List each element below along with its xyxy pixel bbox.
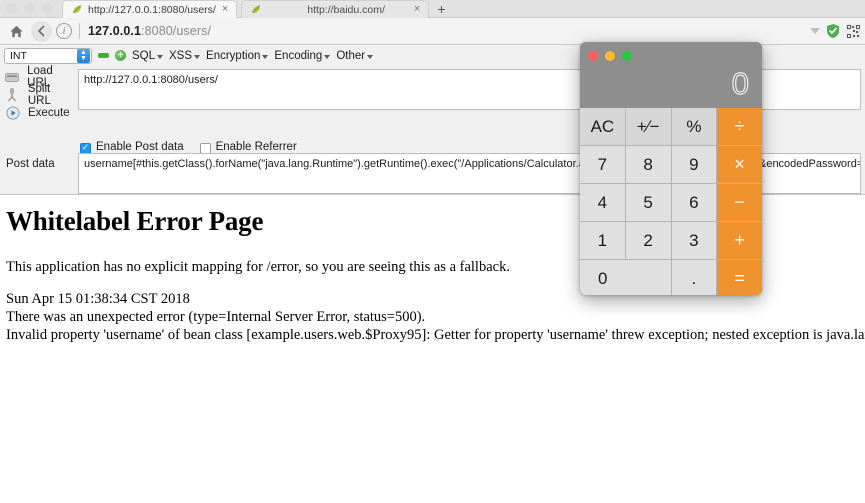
execute-label: Execute: [28, 107, 70, 119]
calc-key-plusminus[interactable]: +⁄−: [625, 108, 671, 145]
chevron-down-icon: [157, 54, 164, 59]
browser-tab-2[interactable]: http://baidu.com/ ×: [241, 0, 430, 18]
menu-encoding[interactable]: Encoding: [274, 49, 331, 62]
error-detail: Invalid property 'username' of bean clas…: [6, 327, 865, 343]
tab-strip: http://127.0.0.1:8080/users/ × http://ba…: [62, 0, 454, 18]
calculator-keypad: AC +⁄− % ÷ 7 8 9 × 4 5 6 − 1 2 3 + 0 . =: [580, 108, 762, 295]
stepper-updown-icon[interactable]: ▲ ▼: [77, 48, 90, 63]
menu-sql[interactable]: SQL: [132, 49, 164, 62]
split-url-button[interactable]: Split URL: [0, 83, 76, 107]
checkbox-unchecked-icon: [199, 142, 211, 154]
address-bar-text: 127.0.0.1:8080/users/: [88, 24, 211, 38]
home-icon[interactable]: [5, 20, 27, 42]
chevron-down-icon[interactable]: [810, 28, 820, 34]
qr-code-icon[interactable]: [846, 23, 861, 39]
address-path: :8080/users/: [141, 24, 212, 38]
maximize-window-button[interactable]: [42, 3, 53, 14]
menu-xss[interactable]: XSS: [169, 49, 201, 62]
minimize-window-button[interactable]: [24, 3, 35, 14]
tab-title: http://baidu.com/: [307, 3, 385, 16]
enable-referrer-checkbox[interactable]: Enable Referrer: [199, 141, 297, 154]
calc-key-0[interactable]: 0: [580, 260, 671, 295]
calculator-display-value: 0: [731, 66, 749, 102]
info-icon[interactable]: i: [56, 23, 72, 39]
menu-other[interactable]: Other: [336, 49, 374, 62]
type-select-value: INT: [10, 49, 27, 62]
checkbox-checked-icon: [80, 142, 91, 154]
calc-key-7[interactable]: 7: [580, 146, 625, 183]
tab-close-icon[interactable]: ×: [390, 4, 421, 15]
calc-key-subtract[interactable]: −: [717, 184, 762, 221]
calc-key-2[interactable]: 2: [625, 222, 671, 259]
calc-key-3[interactable]: 3: [671, 222, 717, 259]
menu-encoding-label: Encoding: [274, 49, 323, 62]
calculator-display: 0: [580, 66, 762, 108]
calculator-maximize-button[interactable]: [622, 51, 632, 61]
browser-window: http://127.0.0.1:8080/users/ × http://ba…: [0, 0, 865, 503]
menu-encryption-label: Encryption: [206, 49, 261, 62]
window-traffic-lights: [6, 3, 53, 14]
address-host: 127.0.0.1: [88, 24, 142, 38]
new-tab-button[interactable]: +: [429, 0, 453, 18]
leaf-icon: [72, 5, 82, 14]
calc-key-divide[interactable]: ÷: [717, 108, 762, 145]
split-url-label: Split URL: [27, 83, 51, 107]
enable-referrer-label: Enable Referrer: [215, 141, 297, 153]
menu-encryption[interactable]: Encryption: [206, 49, 269, 62]
calc-key-8[interactable]: 8: [625, 146, 671, 183]
calc-key-multiply[interactable]: ×: [717, 146, 762, 183]
chevron-down-icon: [324, 54, 331, 59]
calc-key-9[interactable]: 9: [671, 146, 717, 183]
split-url-icon: [5, 88, 20, 103]
calc-key-equals[interactable]: =: [717, 260, 762, 295]
execute-button[interactable]: Execute: [0, 104, 76, 122]
shield-icon[interactable]: [825, 23, 841, 39]
load-url-icon: [5, 70, 20, 85]
calc-key-percent[interactable]: %: [671, 108, 717, 145]
chevron-down-icon: [262, 54, 269, 59]
navbar-right-icons: [810, 23, 865, 39]
execute-icon: [5, 106, 20, 121]
calc-key-6[interactable]: 6: [671, 184, 717, 221]
address-divider: [79, 23, 80, 39]
close-window-button[interactable]: [6, 3, 17, 14]
navigation-bar: i 127.0.0.1:8080/users/: [0, 18, 865, 45]
calc-key-ac[interactable]: AC: [580, 108, 625, 145]
menu-sql-label: SQL: [132, 49, 156, 62]
tab-close-icon[interactable]: ×: [221, 4, 229, 15]
window-titlebar: http://127.0.0.1:8080/users/ × http://ba…: [0, 0, 865, 18]
calc-key-4[interactable]: 4: [580, 184, 625, 221]
browser-tab-1[interactable]: http://127.0.0.1:8080/users/ ×: [62, 0, 238, 18]
enable-post-data-label: Enable Post data: [96, 141, 184, 153]
type-select[interactable]: INT ▲ ▼: [4, 47, 92, 64]
address-bar[interactable]: i 127.0.0.1:8080/users/: [56, 18, 810, 45]
calc-key-decimal[interactable]: .: [671, 260, 717, 295]
error-summary: There was an unexpected error (type=Inte…: [6, 309, 426, 325]
leaf-icon: [252, 5, 261, 14]
tab-title: http://127.0.0.1:8080/users/: [88, 3, 216, 16]
remove-icon[interactable]: [98, 53, 109, 58]
calc-key-5[interactable]: 5: [625, 184, 671, 221]
add-icon[interactable]: +: [115, 50, 126, 61]
calculator-close-button[interactable]: [588, 51, 598, 61]
menu-other-label: Other: [336, 49, 366, 62]
calculator-traffic-lights: [588, 51, 632, 61]
hackbar-action-list: Load URL Split URL Execute: [0, 65, 76, 122]
post-data-label: Post data: [6, 158, 55, 170]
calculator-window[interactable]: 0 AC +⁄− % ÷ 7 8 9 × 4 5 6 − 1 2 3 + 0 .…: [580, 42, 762, 295]
calc-key-1[interactable]: 1: [580, 222, 625, 259]
back-button[interactable]: [31, 20, 52, 42]
enable-post-data-checkbox[interactable]: Enable Post data: [80, 141, 184, 154]
calc-key-add[interactable]: +: [717, 222, 762, 259]
chevron-down-icon: [367, 54, 374, 59]
chevron-down-icon: [194, 54, 201, 59]
menu-xss-label: XSS: [169, 49, 193, 62]
calculator-minimize-button[interactable]: [605, 51, 615, 61]
